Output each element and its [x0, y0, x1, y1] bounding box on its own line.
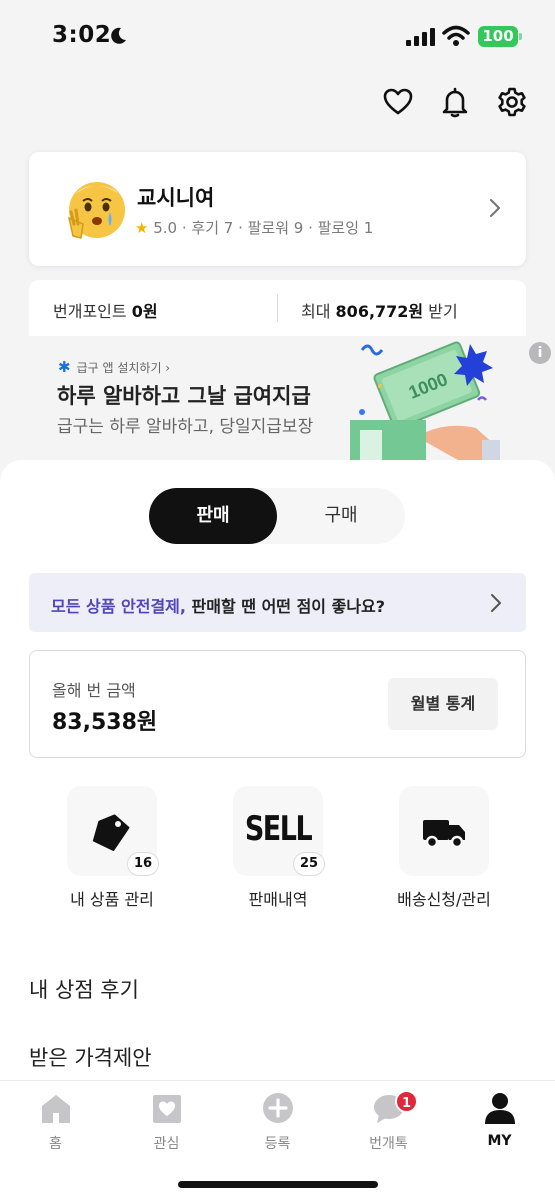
heart-icon[interactable] [382, 86, 414, 118]
safe-payment-highlight: 모든 상품 안전결제, [51, 597, 186, 616]
earnings-value: 83,538원 [52, 710, 158, 735]
banner-tag: ✱ 급구 앱 설치하기 › [58, 358, 170, 376]
profile-card[interactable]: 교시니여 ★ 5.0 · 후기 7 · 팔로워 9 · 팔로잉 1 [29, 152, 526, 266]
tab-sell[interactable]: 판매 [149, 488, 277, 544]
chevron-right-icon [489, 198, 501, 218]
earnings-label: 올해 번 금액 [52, 681, 136, 700]
person-icon [484, 1093, 515, 1124]
safe-payment-banner[interactable]: 모든 상품 안전결제, 판매할 땐 어떤 점이 좋나요? [29, 573, 526, 632]
shop-reviews-link[interactable]: 내 상점 후기 [29, 974, 139, 1004]
nav-home[interactable]: 홈 [0, 1091, 111, 1152]
divider [277, 294, 278, 322]
menu-sales-history[interactable]: SELL 25 판매내역 [207, 786, 347, 916]
nav-chat[interactable]: 1 번개톡 [333, 1090, 444, 1152]
nav-my[interactable]: MY [444, 1091, 555, 1151]
banner-tag-text: 급구 앱 설치하기 › [76, 361, 171, 375]
max-label: 최대 [301, 302, 331, 321]
money-illustration: 1000 [350, 341, 500, 460]
nav-label: 번개톡 [369, 1136, 408, 1152]
safe-payment-question: 판매할 땐 어떤 점이 좋나요? [185, 597, 386, 616]
menu-badge: 25 [293, 852, 325, 876]
menu-label: 판매내역 [248, 890, 308, 909]
status-time: 3:02 [52, 22, 112, 48]
asterisk-icon: ✱ [58, 358, 71, 376]
nav-label: MY [487, 1133, 512, 1149]
sell-buy-toggle: 판매 구매 [149, 488, 405, 544]
tag-icon [92, 814, 130, 851]
banner-title: 하루 알바하고 그날 급여지급 [57, 384, 311, 408]
bungae-points[interactable]: 번개포인트 0원 [53, 298, 158, 322]
max-points-link[interactable]: 최대 806,772원 받기 [301, 298, 458, 322]
profile-rating: 5.0 [153, 219, 178, 237]
chevron-right-icon [491, 594, 501, 612]
sell-icon: SELL [244, 810, 313, 849]
menu-label: 배송신청/관리 [397, 890, 491, 909]
menu-label: 내 상품 관리 [70, 890, 154, 909]
truck-icon [423, 820, 465, 849]
bell-icon[interactable] [439, 86, 471, 118]
max-value: 806,772원 [335, 302, 424, 321]
points-card: 번개포인트 0원 최대 806,772원 받기 [29, 280, 526, 336]
points-value: 0원 [131, 302, 158, 321]
gear-icon[interactable] [496, 86, 528, 118]
battery-indicator: 100 [478, 26, 522, 47]
star-icon: ★ [135, 219, 149, 237]
home-indicator [178, 1181, 378, 1188]
banner-subtitle: 급구는 하루 알바하고, 당일지급보장 [57, 417, 314, 437]
menu-icon-box: 16 [67, 786, 159, 876]
wifi-icon [442, 25, 470, 46]
menu-icon-box: SELL 25 [233, 786, 325, 876]
bottom-nav: 홈 관심 등록 1 번개톡 MY [0, 1080, 555, 1200]
tab-buy[interactable]: 구매 [277, 488, 405, 544]
menu-shipping[interactable]: 배송신청/관리 [373, 786, 513, 916]
monthly-stats-button[interactable]: 월별 통계 [388, 678, 498, 730]
price-offers-link[interactable]: 받은 가격제안 [29, 1042, 152, 1072]
safe-payment-text: 모든 상품 안전결제, 판매할 땐 어떤 점이 좋나요? [51, 593, 385, 617]
nav-register[interactable]: 등록 [222, 1091, 333, 1152]
profile-name: 교시니여 [137, 186, 215, 210]
home-icon [41, 1095, 70, 1123]
menu-my-products[interactable]: 16 내 상품 관리 [41, 786, 181, 916]
max-suffix: 받기 [428, 302, 458, 321]
nav-label: 홈 [49, 1136, 62, 1152]
menu-badge: 16 [127, 852, 159, 876]
signal-icon [406, 28, 435, 46]
points-label: 번개포인트 [53, 302, 127, 321]
ad-banner[interactable]: ✱ 급구 앱 설치하기 › 하루 알바하고 그날 급여지급 급구는 하루 알바하고… [0, 336, 555, 461]
plus-circle-icon [262, 1093, 293, 1123]
menu-icon-box [399, 786, 489, 876]
heart-box-icon [152, 1095, 181, 1123]
moon-icon [111, 27, 126, 44]
profile-stats-text: · 후기 7 · 팔로워 9 · 팔로잉 1 [177, 219, 374, 237]
avatar [67, 182, 125, 239]
nav-label: 등록 [264, 1136, 291, 1152]
earnings-card: 올해 번 금액 83,538원 월별 통계 [29, 650, 526, 758]
nav-favorites[interactable]: 관심 [111, 1091, 222, 1152]
nav-label: 관심 [153, 1136, 180, 1152]
status-bar: 3:02 100 [0, 0, 555, 72]
chat-badge: 1 [395, 1090, 418, 1113]
profile-stats: ★ 5.0 · 후기 7 · 팔로워 9 · 팔로잉 1 [135, 217, 373, 238]
info-icon[interactable]: i [529, 342, 551, 364]
